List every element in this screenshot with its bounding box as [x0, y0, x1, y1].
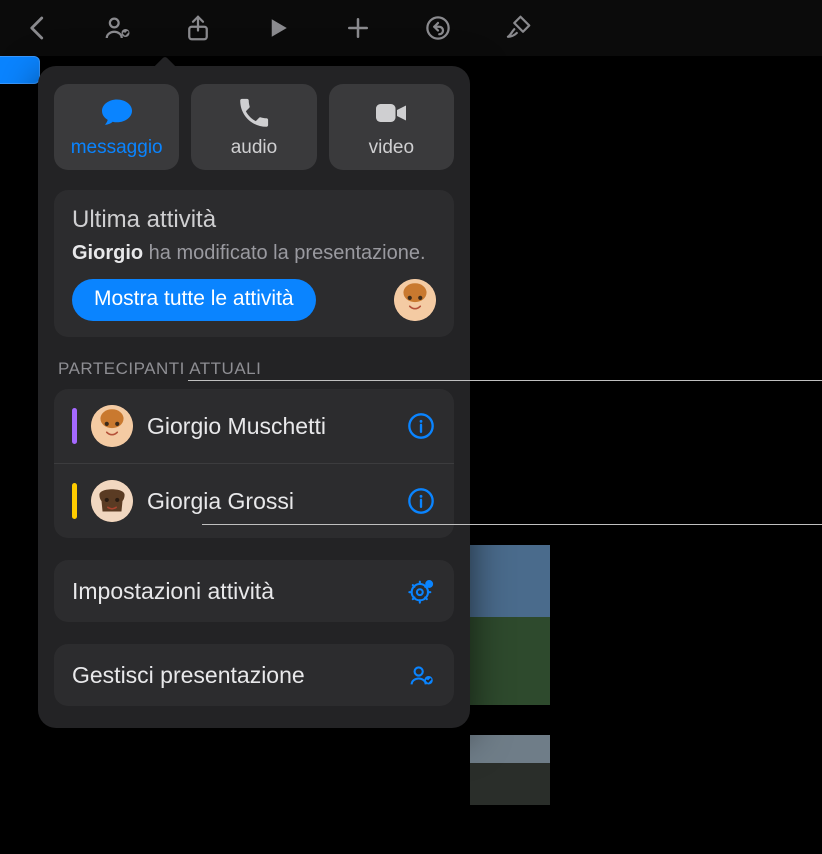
message-icon [99, 95, 135, 131]
undo-icon[interactable] [418, 8, 458, 48]
manage-presentation-label: Gestisci presentazione [72, 661, 392, 690]
activity-actor: Giorgio [72, 242, 143, 264]
participant-row[interactable]: Giorgio Muschetti [54, 389, 454, 463]
participant-accent [72, 483, 77, 519]
callout-line [202, 524, 822, 525]
activity-text: ha modificato la presentazione. [143, 242, 425, 264]
participants-header: PARTECIPANTI ATTUALI [58, 359, 450, 379]
collaborate-badge-icon [406, 660, 436, 690]
activity-settings-row[interactable]: Impostazioni attività [54, 560, 454, 622]
toolbar [0, 0, 822, 56]
gear-badge-icon [406, 576, 436, 606]
info-icon[interactable] [406, 486, 436, 516]
phone-icon [236, 95, 272, 131]
activity-settings-label: Impostazioni attività [72, 578, 392, 605]
background-thumbnail [470, 735, 550, 805]
participant-name: Giorgia Grossi [147, 488, 392, 515]
communication-row: messaggio audio video [54, 84, 454, 170]
show-all-activity-button[interactable]: Mostra tutte le attività [72, 279, 316, 321]
format-brush-icon[interactable] [498, 8, 538, 48]
selected-slide-tab[interactable] [0, 56, 40, 84]
video-button[interactable]: video [329, 84, 454, 170]
participants-list: Giorgio Muschetti Giorgia Grossi [54, 389, 454, 538]
message-label: messaggio [71, 137, 163, 159]
background-thumbnail [470, 545, 550, 705]
manage-presentation-row[interactable]: Gestisci presentazione [54, 644, 454, 706]
audio-button[interactable]: audio [191, 84, 316, 170]
play-icon[interactable] [258, 8, 298, 48]
collaboration-popover: messaggio audio video Ultima attività Gi… [38, 66, 470, 728]
video-label: video [369, 137, 414, 159]
message-button[interactable]: messaggio [54, 84, 179, 170]
add-icon[interactable] [338, 8, 378, 48]
info-icon[interactable] [406, 411, 436, 441]
collaborate-icon[interactable] [98, 8, 138, 48]
participant-accent [72, 408, 77, 444]
video-icon [373, 95, 409, 131]
activity-avatar [394, 279, 436, 321]
popover-arrow [153, 56, 177, 70]
audio-label: audio [231, 137, 278, 159]
share-icon[interactable] [178, 8, 218, 48]
participant-row[interactable]: Giorgia Grossi [54, 463, 454, 538]
avatar [91, 480, 133, 522]
avatar [91, 405, 133, 447]
back-button[interactable] [18, 8, 58, 48]
participant-name: Giorgio Muschetti [147, 413, 392, 440]
latest-activity-card: Ultima attività Giorgio ha modificato la… [54, 190, 454, 337]
latest-activity-line: Giorgio ha modificato la presentazione. [72, 242, 436, 265]
latest-activity-title: Ultima attività [72, 206, 436, 234]
callout-line [188, 380, 822, 381]
